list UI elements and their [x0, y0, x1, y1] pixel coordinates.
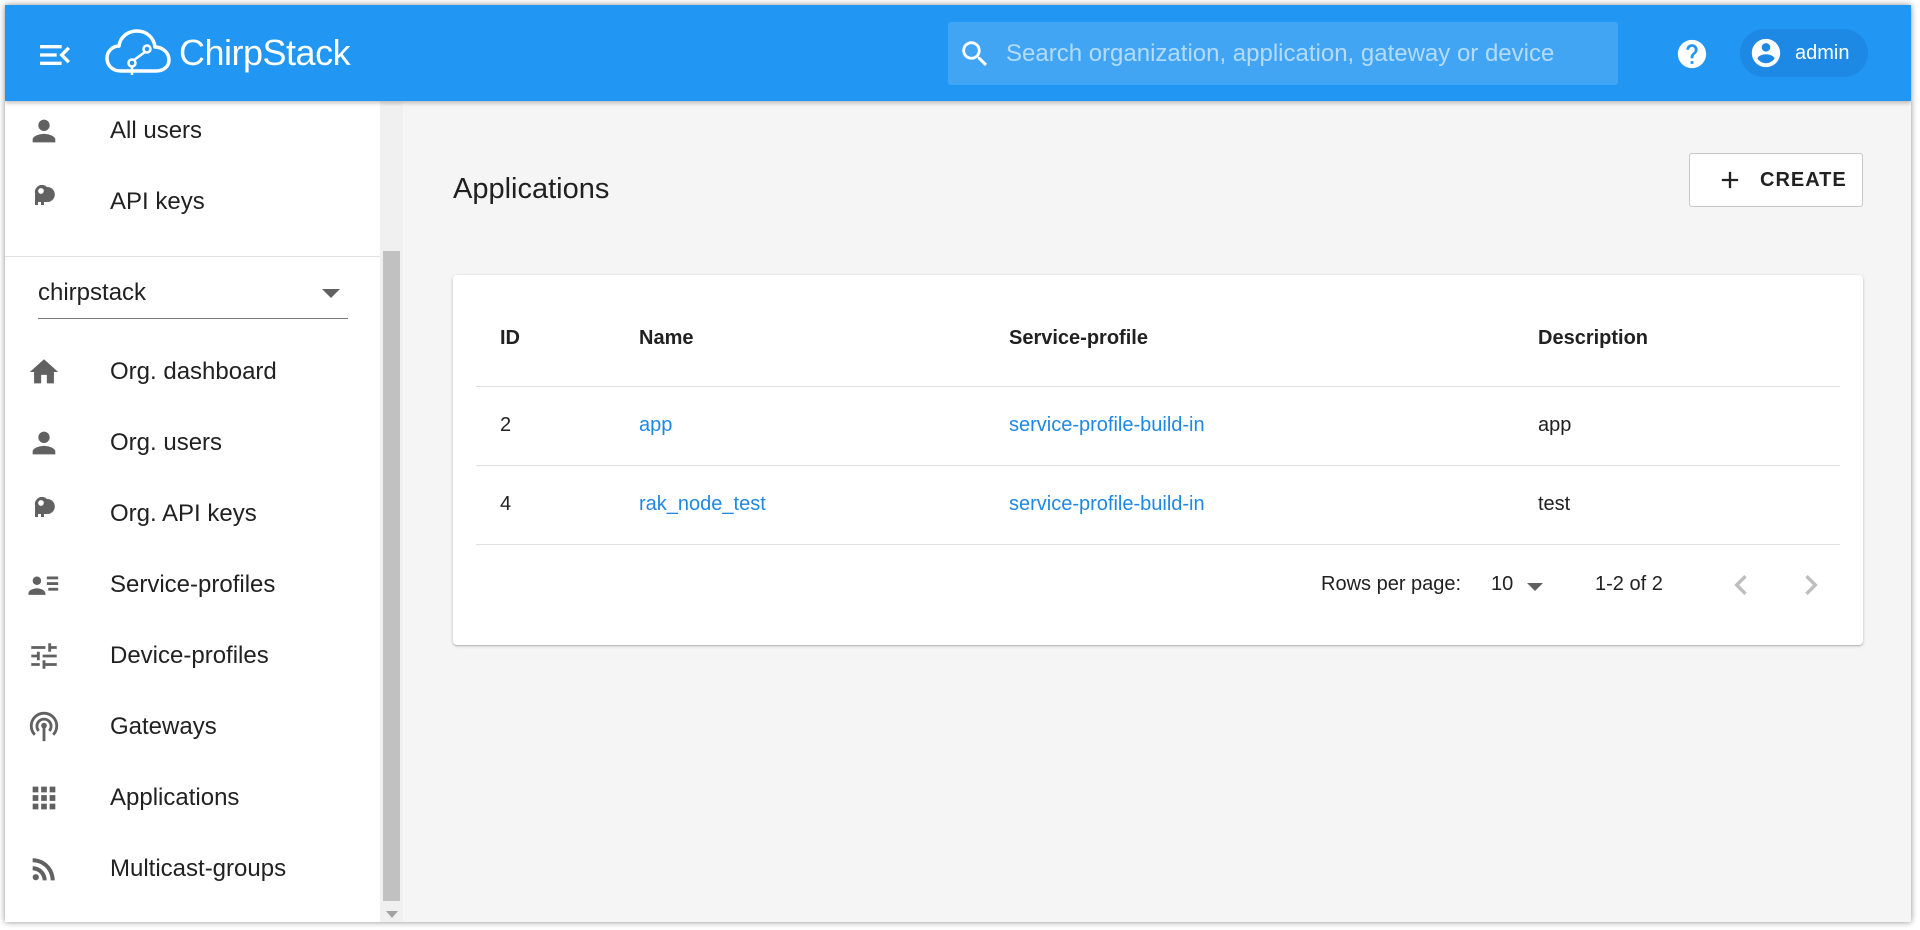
sidebar-item-label: Gateways [110, 713, 217, 740]
application-name-link[interactable]: rak_node_test [639, 493, 766, 516]
cloud-logo-icon [105, 29, 171, 75]
contact-list-icon [28, 576, 59, 595]
sidebar-item-applications[interactable]: Applications [5, 763, 380, 833]
help-icon[interactable] [1675, 37, 1709, 71]
table-row: 4 rak_node_test service-profile-build-in… [476, 466, 1840, 545]
plus-icon [1721, 171, 1739, 189]
menu-collapse-icon[interactable] [35, 35, 75, 75]
rows-per-page-select[interactable]: 10 [1487, 565, 1547, 605]
tune-icon [31, 643, 57, 669]
sidebar-item-gateways[interactable]: Gateways [5, 692, 380, 762]
column-header-service-profile: Service-profile [1009, 327, 1148, 349]
cell-description: test [1538, 493, 1571, 515]
sidebar-item-label: Org. API keys [110, 500, 257, 527]
pagination-range: 1-2 of 2 [1595, 573, 1663, 595]
app-bar: ChirpStack admin [5, 5, 1911, 101]
sidebar: All users API keys chirpstack Org. dashb… [5, 101, 403, 922]
service-profile-link[interactable]: service-profile-build-in [1009, 493, 1205, 516]
service-profile-link[interactable]: service-profile-build-in [1009, 414, 1205, 437]
person-icon [32, 431, 56, 455]
sidebar-item-org-dashboard[interactable]: Org. dashboard [5, 337, 380, 407]
applications-table-card: ID Name Service-profile Description 2 ap… [453, 275, 1863, 645]
sidebar-item-label: Multicast-groups [110, 855, 287, 882]
gateway-icon [29, 711, 59, 742]
user-menu-button[interactable]: admin [1740, 29, 1868, 77]
sidebar-content: All users API keys chirpstack Org. dashb… [5, 101, 380, 922]
sidebar-item-org-users[interactable]: Org. users [5, 408, 380, 478]
sidebar-item-label: Org. users [110, 429, 223, 456]
application-name-link[interactable]: app [639, 414, 672, 437]
sidebar-item-org-api-keys[interactable]: Org. API keys [5, 479, 380, 549]
sidebar-item-service-profiles[interactable]: Service-profiles [5, 550, 380, 620]
create-button[interactable]: CREATE [1689, 153, 1863, 207]
home-icon [29, 359, 59, 384]
caret-down-icon [1527, 583, 1543, 591]
cell-id: 4 [500, 493, 512, 515]
sidebar-item-label: Applications [110, 784, 240, 811]
sidebar-item-label: Service-profiles [110, 571, 276, 598]
sidebar-item-label: Device-profiles [110, 642, 269, 669]
rows-per-page-label: Rows per page: [1321, 573, 1462, 595]
rss-feed-icon [32, 858, 55, 881]
scroll-down-arrow-icon[interactable] [386, 911, 398, 918]
key-icon [34, 185, 55, 206]
organization-select-value: chirpstack [38, 279, 147, 306]
organization-select[interactable]: chirpstack [38, 271, 348, 319]
search-input[interactable] [992, 22, 1618, 85]
cell-id: 2 [500, 414, 512, 436]
sidebar-item-label: All users [110, 117, 203, 144]
create-button-label: CREATE [1760, 168, 1847, 191]
apps-grid-icon [32, 786, 56, 810]
key-icon [34, 497, 55, 518]
search-icon [962, 40, 988, 66]
sidebar-divider [5, 256, 380, 257]
next-page-icon[interactable] [1791, 565, 1831, 605]
previous-page-icon[interactable] [1721, 565, 1761, 605]
account-circle-icon [1751, 38, 1781, 68]
person-icon [32, 119, 56, 143]
column-header-description: Description [1538, 327, 1649, 349]
applications-table: ID Name Service-profile Description 2 ap… [476, 275, 1840, 545]
column-header-name: Name [639, 327, 694, 349]
sidebar-scrollbar[interactable] [380, 101, 403, 922]
sidebar-item-label: API keys [110, 188, 205, 215]
logo-text: ChirpStack [179, 32, 351, 73]
chirpstack-logo[interactable]: ChirpStack [105, 23, 351, 83]
caret-down-icon [322, 289, 340, 298]
sidebar-item-api-keys[interactable]: API keys [5, 167, 380, 237]
cell-description: app [1538, 414, 1572, 436]
sidebar-item-device-profiles[interactable]: Device-profiles [5, 621, 380, 691]
page-title: Applications [453, 173, 610, 205]
sidebar-item-label: Org. dashboard [110, 358, 277, 385]
search-box[interactable] [948, 22, 1618, 85]
column-header-id: ID [500, 327, 520, 349]
rows-per-page-value: 10 [1491, 573, 1514, 595]
app-window: ChirpStack admin All users [5, 5, 1911, 922]
table-row: 2 app service-profile-build-in app [476, 387, 1840, 466]
sidebar-item-multicast-groups[interactable]: Multicast-groups [5, 834, 380, 904]
scrollbar-thumb[interactable] [383, 251, 400, 901]
table-pagination: Rows per page: 10 1-2 of 2 [453, 547, 1863, 625]
table-header-row: ID Name Service-profile Description [476, 275, 1840, 387]
user-name: admin [1795, 41, 1850, 64]
sidebar-item-all-users[interactable]: All users [5, 96, 380, 166]
